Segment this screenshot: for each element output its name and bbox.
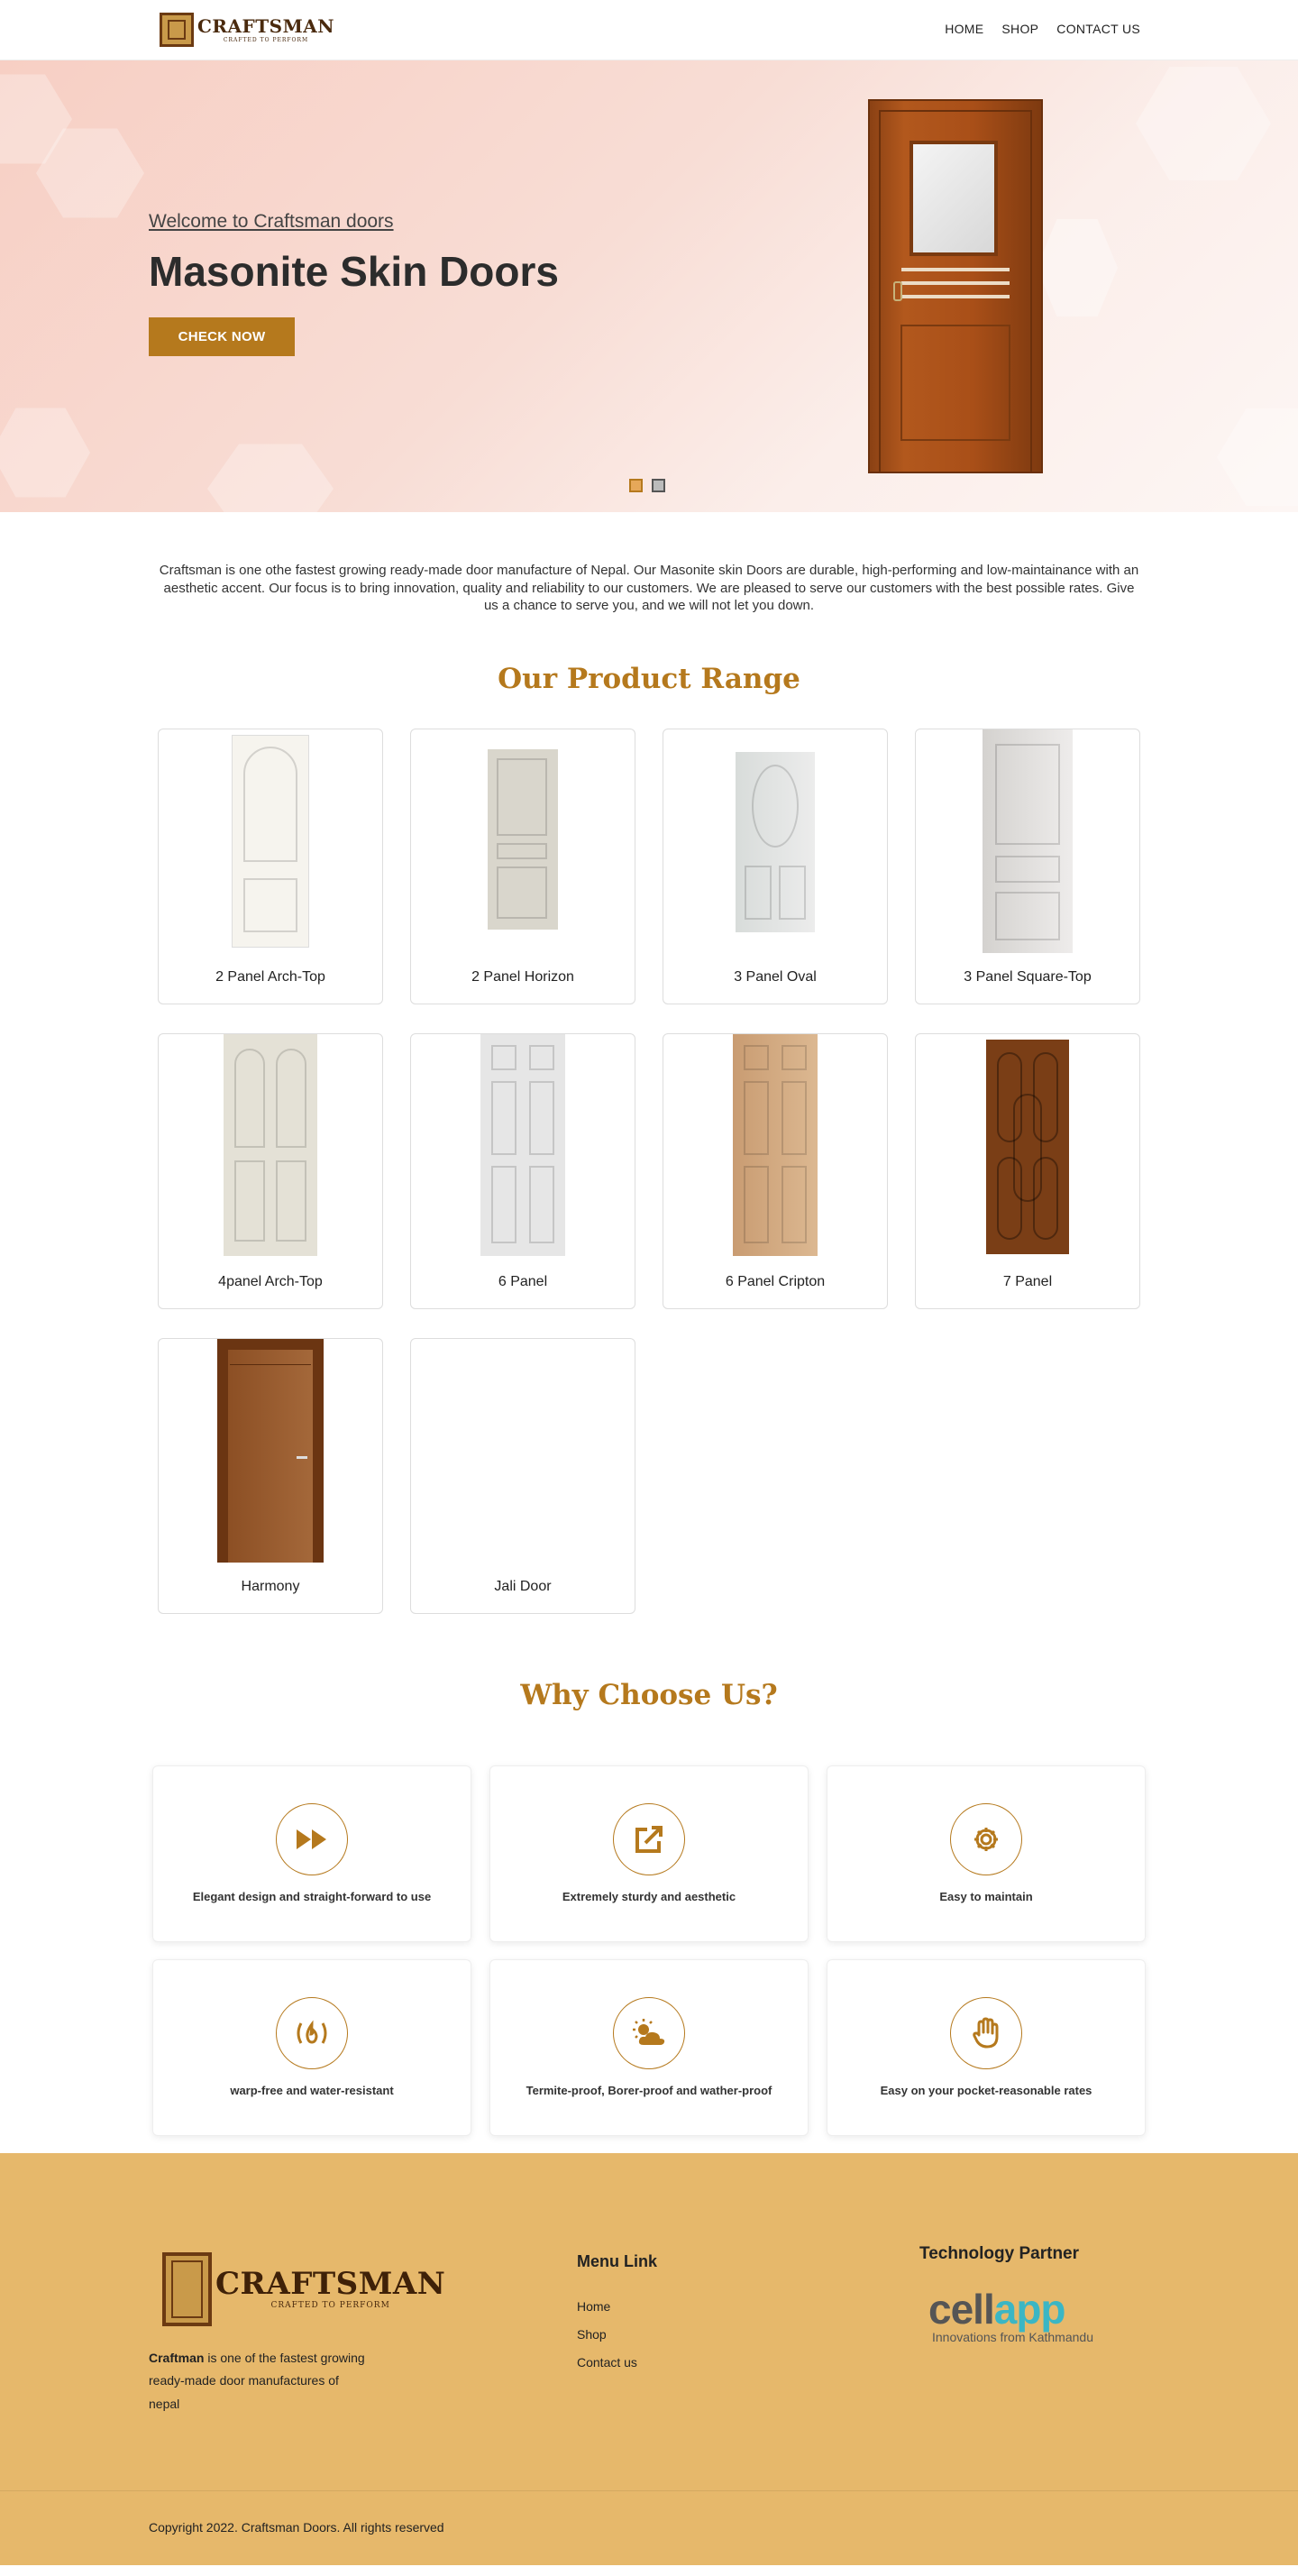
main-nav: HOME SHOP CONTACT US [945,22,1140,36]
product-name: 7 Panel [1002,1273,1053,1289]
hero-title: Masonite Skin Doors [149,248,559,295]
feature-card: Extremely sturdy and aesthetic [489,1765,809,1942]
fire-icon [276,1996,348,2069]
feature-card: Easy to maintain [827,1765,1146,1942]
hex-decoration [0,408,90,498]
product-card[interactable]: 4panel Arch-Top [158,1032,383,1309]
product-name: 4panel Arch-Top [218,1273,323,1289]
slider-dot-2[interactable] [652,479,665,492]
footer-menu: Home Shop Contact us [577,2293,637,2377]
nav-home[interactable]: HOME [945,22,983,36]
product-name: 6 Panel [498,1273,548,1289]
product-grid: 2 Panel Arch-Top 2 Panel Horizon 3 Panel… [158,728,1140,1614]
door-image [983,729,1073,953]
product-name: Jali Door [494,1578,552,1594]
why-choose-us-title: Why Choose Us? [520,1678,778,1711]
partner-name-b: app [993,2285,1066,2333]
footer-link-shop[interactable]: Shop [577,2321,637,2349]
footer-link-contact-us[interactable]: Contact us [577,2349,637,2377]
product-name: 2 Panel Horizon [471,968,574,985]
door-image [217,1338,324,1563]
product-card[interactable]: 6 Panel Cripton [663,1032,888,1309]
menu-link-title: Menu Link [577,2251,657,2270]
partner-tagline: Innovations from Kathmandu [932,2329,1093,2344]
feature-text: warp-free and water-resistant [230,2083,394,2097]
partner-name-a: cell [928,2285,995,2333]
hero-door-image [868,99,1043,473]
nav-contact-us[interactable]: CONTACT US [1056,22,1140,36]
footer-logo[interactable]: CRAFTSMAN CRAFTED TO PERFORM [162,2251,446,2326]
feature-card: Termite-proof, Borer-proof and wather-pr… [489,1958,809,2136]
product-card[interactable]: 7 Panel [915,1032,1140,1309]
product-name: Harmony [241,1578,300,1594]
product-card[interactable]: 2 Panel Horizon [410,728,635,1004]
check-now-button[interactable]: CHECK NOW [149,317,295,356]
product-card[interactable]: 3 Panel Oval [663,728,888,1004]
intro-paragraph: Craftsman is one othe fastest growing re… [159,563,1139,613]
product-card[interactable]: Jali Door [410,1337,635,1614]
product-card[interactable]: 6 Panel [410,1032,635,1309]
brand-logo[interactable]: CRAFTSMAN CRAFTED TO PERFORM [160,13,334,47]
site-header: CRAFTSMAN CRAFTED TO PERFORM HOME SHOP C… [0,0,1298,60]
feature-card: Elegant design and straight-forward to u… [152,1765,471,1942]
slider-dot-1[interactable] [629,479,643,492]
hex-decoration [1217,408,1298,506]
door-image [733,1033,818,1256]
door-image [986,1039,1069,1254]
feature-text: Extremely sturdy and aesthetic [562,1889,736,1903]
fast-forward-icon [276,1802,348,1875]
slider-dots [629,479,665,492]
product-name: 3 Panel Oval [734,968,817,985]
sun-cloud-icon [613,1996,685,2069]
footer-brand-name: CRAFTSMAN [215,2265,446,2302]
door-image [736,751,815,932]
footer-link-home[interactable]: Home [577,2293,637,2321]
site-footer: CRAFTSMAN CRAFTED TO PERFORM Craftman is… [0,2152,1298,2565]
feature-text: Elegant design and straight-forward to u… [192,1889,432,1903]
feature-text: Easy on your pocket-reasonable rates [880,2083,1092,2097]
footer-brand-tagline: CRAFTED TO PERFORM [270,2300,390,2310]
hand-icon [950,1996,1022,2069]
feature-card: Easy on your pocket-reasonable rates [827,1958,1146,2136]
feature-text: Termite-proof, Borer-proof and wather-pr… [526,2083,772,2097]
hex-decoration [207,444,334,512]
footer-about-brand: Craftman [149,2350,205,2365]
product-card[interactable]: Harmony [158,1337,383,1614]
copyright-text: Copyright 2022. Craftsman Doors. All rig… [149,2519,444,2535]
hero-slider: Welcome to Craftsman doors Masonite Skin… [0,60,1298,512]
hex-decoration [1037,219,1118,316]
brand-name: CRAFTSMAN [197,14,335,37]
feature-text: Easy to maintain [939,1889,1033,1903]
footer-about: Craftman is one of the fastest growing r… [149,2347,365,2417]
product-card[interactable]: 3 Panel Square-Top [915,728,1140,1004]
technology-partner-title: Technology Partner [919,2243,1080,2263]
door-image [232,734,309,948]
cellapp-logo[interactable]: cellapp Innovations from Kathmandu [928,2288,1093,2344]
door-image [480,1033,565,1256]
door-image [488,748,558,930]
product-range-title: Our Product Range [498,662,800,695]
product-name: 2 Panel Arch-Top [215,968,325,985]
hex-decoration [1136,67,1271,180]
product-name: 6 Panel Cripton [725,1273,826,1289]
brand-tagline: CRAFTED TO PERFORM [223,36,309,43]
footer-divider [0,2489,1298,2491]
nav-shop[interactable]: SHOP [1001,22,1038,36]
hero-welcome-text: Welcome to Craftsman doors [149,211,394,232]
door-image [224,1033,317,1256]
product-card[interactable]: 2 Panel Arch-Top [158,728,383,1004]
door-logo-icon [162,2251,212,2326]
feature-card: warp-free and water-resistant [152,1958,471,2136]
external-link-icon [613,1802,685,1875]
product-name: 3 Panel Square-Top [964,968,1092,985]
door-logo-icon [160,13,194,47]
features-grid: Elegant design and straight-forward to u… [152,1765,1146,2136]
gear-icon [950,1802,1022,1875]
